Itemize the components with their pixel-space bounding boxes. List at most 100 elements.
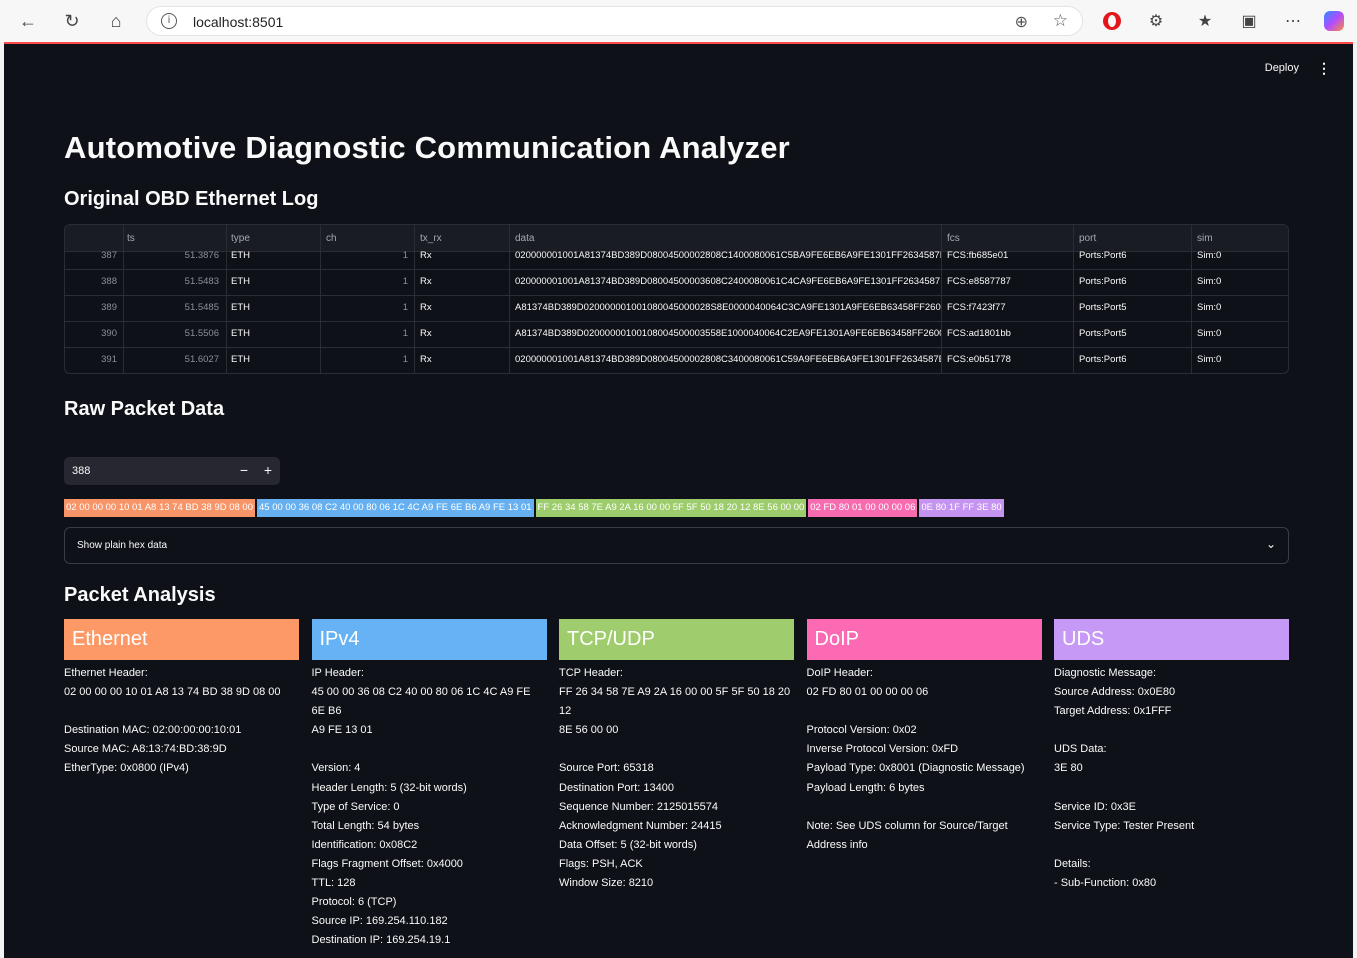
table-cell[interactable]: Rx: [420, 348, 505, 373]
hex-segment: 02 00 00 00 10 01 A8 13 74 BD 38 9D 08 0…: [64, 499, 255, 517]
table-cell[interactable]: FCS:e8587787: [947, 270, 1071, 296]
analysis-section-title: Packet Analysis: [64, 584, 216, 606]
raw-section-title: Raw Packet Data: [64, 398, 225, 420]
table-cell[interactable]: ETH: [231, 270, 316, 296]
plain-hex-expander[interactable]: Show plain hex data ⌄: [64, 527, 1289, 564]
table-cell[interactable]: Sim:0: [1197, 244, 1287, 270]
page-title: Automotive Diagnostic Communication Anal…: [64, 130, 790, 165]
main-menu-icon[interactable]: ⋮: [1317, 60, 1331, 77]
table-cell[interactable]: 390: [65, 322, 117, 348]
table-cell[interactable]: FCS:ad1801bb: [947, 322, 1071, 348]
analysis-column-title: UDS: [1054, 619, 1289, 660]
table-cell[interactable]: 391: [65, 348, 117, 373]
table-cell[interactable]: Rx: [420, 322, 505, 348]
table-cell[interactable]: Ports:Port5: [1079, 322, 1189, 348]
app-header: Deploy ⋮: [1265, 56, 1353, 80]
column-header[interactable]: ts: [127, 233, 135, 244]
table-row[interactable]: 391 51.6027 ETH 1 Rx 020000001001A81374BD389D…: [65, 348, 1288, 373]
table-cell[interactable]: 51.5506: [127, 322, 219, 348]
table-cell[interactable]: Ports:Port6: [1079, 348, 1189, 373]
table-cell[interactable]: A81374BD389D020000001001080045000028S8E0…: [515, 296, 941, 322]
increment-button[interactable]: +: [264, 462, 272, 478]
table-cell[interactable]: 51.3876: [127, 244, 219, 270]
table-cell[interactable]: 1: [326, 244, 408, 270]
hex-segment: 45 00 00 36 08 C2 40 00 80 06 1C 4C A9 F…: [257, 499, 534, 517]
column-header[interactable]: data: [515, 233, 534, 244]
back-icon[interactable]: ←: [14, 7, 42, 35]
table-cell[interactable]: A81374BD389D02000000100108004500003558E1…: [515, 322, 941, 348]
home-icon[interactable]: ⌂: [102, 7, 130, 35]
table-row[interactable]: 387 51.3876 ETH 1 Rx 020000001001A81374BD389D…: [65, 244, 1288, 270]
table-cell[interactable]: 1: [326, 296, 408, 322]
table-cell[interactable]: 1: [326, 322, 408, 348]
screenshot-icon[interactable]: ▣: [1236, 8, 1262, 34]
log-section-title: Original OBD Ethernet Log: [64, 188, 319, 210]
table-cell[interactable]: Sim:0: [1197, 270, 1287, 296]
table-row[interactable]: 388 51.5483 ETH 1 Rx 020000001001A81374BD389D…: [65, 270, 1288, 296]
analysis-column-body: Diagnostic Message: Source Address: 0x0E…: [1054, 667, 1195, 890]
table-cell[interactable]: Sim:0: [1197, 348, 1287, 373]
table-cell[interactable]: Ports:Port6: [1079, 244, 1189, 270]
table-cell[interactable]: 51.5483: [127, 270, 219, 296]
table-cell[interactable]: Ports:Port5: [1079, 296, 1189, 322]
table-cell[interactable]: 020000001001A81374BD389D08004500002808C3…: [515, 348, 941, 373]
log-table[interactable]: ts type ch tx_rx data fcs port sim 387 51…: [64, 224, 1289, 374]
table-cell[interactable]: 387: [65, 244, 117, 270]
table-cell[interactable]: ETH: [231, 322, 316, 348]
reload-icon[interactable]: ↻: [58, 7, 86, 35]
site-info-icon[interactable]: i: [161, 13, 177, 29]
column-header[interactable]: ch: [326, 233, 337, 244]
address-bar[interactable]: i localhost:8501 ⊕ ☆: [146, 6, 1083, 36]
table-cell[interactable]: ETH: [231, 348, 316, 373]
copilot-icon[interactable]: [1321, 8, 1347, 34]
deploy-button[interactable]: Deploy: [1265, 62, 1299, 74]
table-cell[interactable]: 51.6027: [127, 348, 219, 373]
table-cell[interactable]: ETH: [231, 244, 316, 270]
hex-segment: 02 FD 80 01 00 00 00 06: [808, 499, 918, 517]
extensions-puzzle-icon[interactable]: ⚙: [1143, 8, 1169, 34]
table-row[interactable]: 389 51.5485 ETH 1 Rx A81374BD389D020000001001…: [65, 296, 1288, 322]
favorite-star-icon[interactable]: ☆: [1053, 11, 1068, 31]
more-menu-icon[interactable]: ⋯: [1280, 8, 1306, 34]
analysis-column: TCP/UDP TCP Header: FF 26 34 58 7E A9 2A …: [559, 619, 794, 893]
table-cell[interactable]: FCS:fb685e01: [947, 244, 1071, 270]
column-header[interactable]: fcs: [947, 233, 960, 244]
column-header[interactable]: type: [231, 233, 250, 244]
table-cell[interactable]: 51.5485: [127, 296, 219, 322]
table-cell[interactable]: FCS:f7423f77: [947, 296, 1071, 322]
table-cell[interactable]: Rx: [420, 296, 505, 322]
column-header[interactable]: tx_rx: [420, 233, 442, 244]
table-cell[interactable]: 020000001001A81374BD389D08004500002808C1…: [515, 244, 941, 270]
column-header[interactable]: sim: [1197, 233, 1213, 244]
table-cell[interactable]: Sim:0: [1197, 322, 1287, 348]
table-cell[interactable]: ETH: [231, 296, 316, 322]
zoom-icon[interactable]: ⊕: [1015, 12, 1028, 32]
favorites-icon[interactable]: ★: [1192, 8, 1218, 34]
column-header[interactable]: port: [1079, 233, 1096, 244]
analysis-column-title: Ethernet: [64, 619, 299, 660]
packet-index-input[interactable]: 388 − +: [64, 457, 280, 485]
table-row[interactable]: 390 51.5506 ETH 1 Rx A81374BD389D020000001001…: [65, 322, 1288, 348]
opera-extension-icon[interactable]: [1099, 8, 1125, 34]
packet-index-value[interactable]: 388: [72, 465, 90, 477]
url-text[interactable]: localhost:8501: [193, 14, 283, 30]
table-cell[interactable]: FCS:e0b51778: [947, 348, 1071, 373]
hex-segment: 0E 80 1F FF 3E 80: [919, 499, 1004, 517]
chevron-down-icon[interactable]: ⌄: [1266, 537, 1276, 551]
table-cell[interactable]: 1: [326, 270, 408, 296]
table-cell[interactable]: 389: [65, 296, 117, 322]
decrement-button[interactable]: −: [240, 462, 248, 478]
table-cell[interactable]: 1: [326, 348, 408, 373]
table-cell[interactable]: Sim:0: [1197, 296, 1287, 322]
analysis-column-body: IP Header: 45 00 00 36 08 C2 40 00 80 06…: [311, 667, 531, 947]
table-cell[interactable]: Ports:Port6: [1079, 270, 1189, 296]
analysis-column-title: IPv4: [311, 619, 547, 660]
analysis-column: DoIP DoIP Header: 02 FD 80 01 00 00 00 06…: [806, 619, 1042, 855]
table-cell[interactable]: 388: [65, 270, 117, 296]
hex-segment: FF 26 34 58 7E A9 2A 16 00 00 5F 5F 50 1…: [535, 499, 807, 517]
expander-label[interactable]: Show plain hex data: [77, 540, 167, 551]
table-cell[interactable]: 020000001001A81374BD389D08004500003608C2…: [515, 270, 941, 296]
table-cell[interactable]: Rx: [420, 244, 505, 270]
table-cell[interactable]: Rx: [420, 270, 505, 296]
analysis-column-body: DoIP Header: 02 FD 80 01 00 00 00 06 Pro…: [806, 667, 1025, 851]
